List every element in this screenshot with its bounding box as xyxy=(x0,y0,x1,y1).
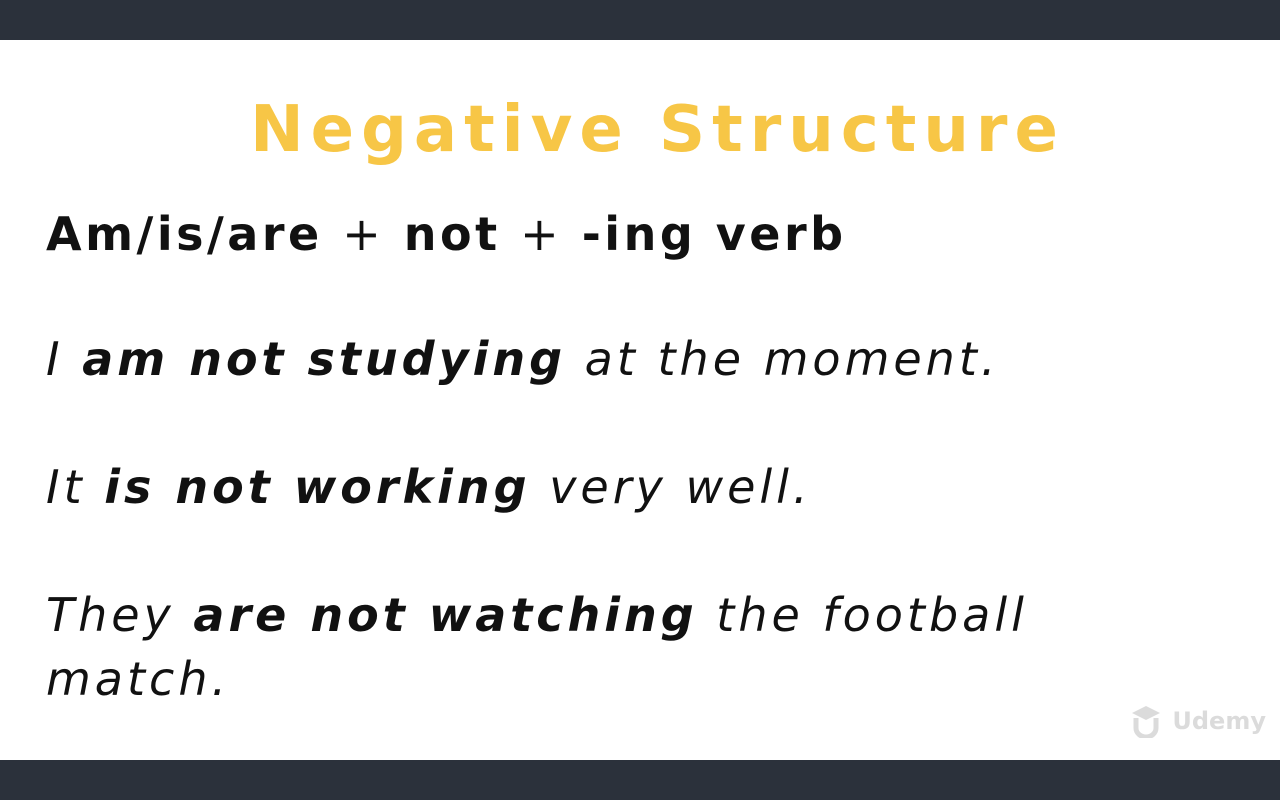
formula-verb-form: -ing verb xyxy=(581,207,847,261)
watermark-text: Udemy xyxy=(1172,707,1266,735)
sentence-rest: at the moment. xyxy=(566,332,1000,386)
example-sentence: It is not working very well. xyxy=(46,455,1166,519)
sentence-rest: very well. xyxy=(530,460,812,514)
formula-negation: not xyxy=(403,207,501,261)
sentence-emphasis: are not watching xyxy=(193,588,698,642)
example-sentence: I am not studying at the moment. xyxy=(46,327,1166,391)
example-sentence: They are not watching the football match… xyxy=(46,583,1166,711)
formula-subject-verb: Am/is/are xyxy=(46,207,323,261)
grammar-formula: Am/is/are + not + -ing verb xyxy=(46,207,847,262)
udemy-watermark: Udemy xyxy=(1126,704,1266,738)
video-frame: Negative Structure Am/is/are + not + -in… xyxy=(0,0,1280,800)
formula-plus: + xyxy=(520,207,563,261)
slide-title: Negative Structure xyxy=(250,93,1065,167)
sentence-subject: I xyxy=(46,332,83,386)
sentence-subject: It xyxy=(46,460,105,514)
sentence-emphasis: is not working xyxy=(104,460,531,514)
lesson-slide: Negative Structure Am/is/are + not + -in… xyxy=(0,40,1280,760)
sentence-subject: They xyxy=(46,588,194,642)
udemy-logo-icon xyxy=(1126,704,1166,738)
sentence-emphasis: am not studying xyxy=(82,332,567,386)
formula-plus: + xyxy=(342,207,385,261)
